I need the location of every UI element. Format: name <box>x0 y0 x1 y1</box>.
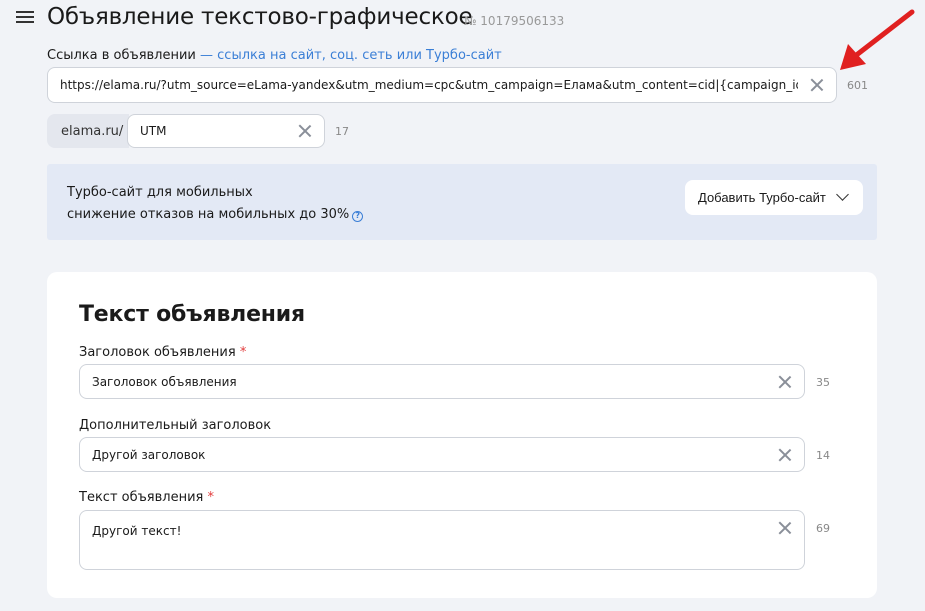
subheadline-input[interactable]: Другой заголовок <box>79 437 805 472</box>
clear-headline-icon[interactable] <box>778 375 792 389</box>
subheadline-counter: 14 <box>816 449 830 462</box>
display-path-counter: 17 <box>335 125 349 138</box>
display-path-input[interactable]: UTM <box>127 114 325 148</box>
link-input[interactable]: https://elama.ru/?utm_source=eLama-yande… <box>47 67 837 103</box>
add-turbo-site-label: Добавить Турбо-сайт <box>698 190 826 205</box>
clear-display-path-icon[interactable] <box>298 124 312 138</box>
link-label-text: Ссылка в объявлении <box>47 48 196 63</box>
headline-input[interactable]: Заголовок объявления <box>79 364 805 399</box>
body-text-counter: 69 <box>816 522 830 535</box>
display-domain: elama.ru/ <box>47 114 129 148</box>
turbo-line-2: снижение отказов на мобильных до 30% <box>67 207 350 222</box>
page-title: Объявление текстово-графическое <box>47 4 473 30</box>
turbo-text: Турбо-сайт для мобильных снижение отказо… <box>67 182 364 226</box>
display-path-value: UTM <box>140 124 167 138</box>
chevron-down-icon <box>836 188 849 201</box>
headline-value: Заголовок объявления <box>92 374 237 389</box>
clear-body-text-icon[interactable] <box>778 521 792 535</box>
annotation-arrow-icon <box>840 9 915 70</box>
body-text-label-text: Текст объявления <box>79 490 204 505</box>
body-text-textarea[interactable]: Другой текст! <box>79 510 805 570</box>
add-turbo-site-button[interactable]: Добавить Турбо-сайт <box>685 180 863 215</box>
ad-text-card: Текст объявления Заголовок объявления * … <box>47 272 877 598</box>
clear-link-icon[interactable] <box>810 78 824 92</box>
clear-subheadline-icon[interactable] <box>778 448 792 462</box>
link-input-value: https://elama.ru/?utm_source=eLama-yande… <box>60 78 798 92</box>
required-mark: * <box>239 345 247 360</box>
help-icon[interactable]: ? <box>352 211 364 222</box>
headline-label: Заголовок объявления * <box>79 345 246 360</box>
body-text-value: Другой текст! <box>92 524 182 538</box>
subheadline-value: Другой заголовок <box>92 447 206 462</box>
link-hint[interactable]: — ссылка на сайт, соц. сеть или Турбо-са… <box>200 48 502 63</box>
turbo-promo: Турбо-сайт для мобильных снижение отказо… <box>47 164 877 240</box>
headline-counter: 35 <box>816 376 830 389</box>
body-text-label: Текст объявления * <box>79 490 214 505</box>
turbo-line-1: Турбо-сайт для мобильных <box>67 185 253 200</box>
required-mark: * <box>207 490 215 505</box>
headline-label-text: Заголовок объявления <box>79 345 236 360</box>
section-title: Текст объявления <box>79 302 305 327</box>
link-counter: 601 <box>847 79 868 92</box>
menu-icon[interactable] <box>16 11 34 25</box>
ad-number: № 10179506133 <box>464 14 565 28</box>
link-label: Ссылка в объявлении — ссылка на сайт, со… <box>47 48 502 63</box>
subheadline-label: Дополнительный заголовок <box>79 418 272 433</box>
